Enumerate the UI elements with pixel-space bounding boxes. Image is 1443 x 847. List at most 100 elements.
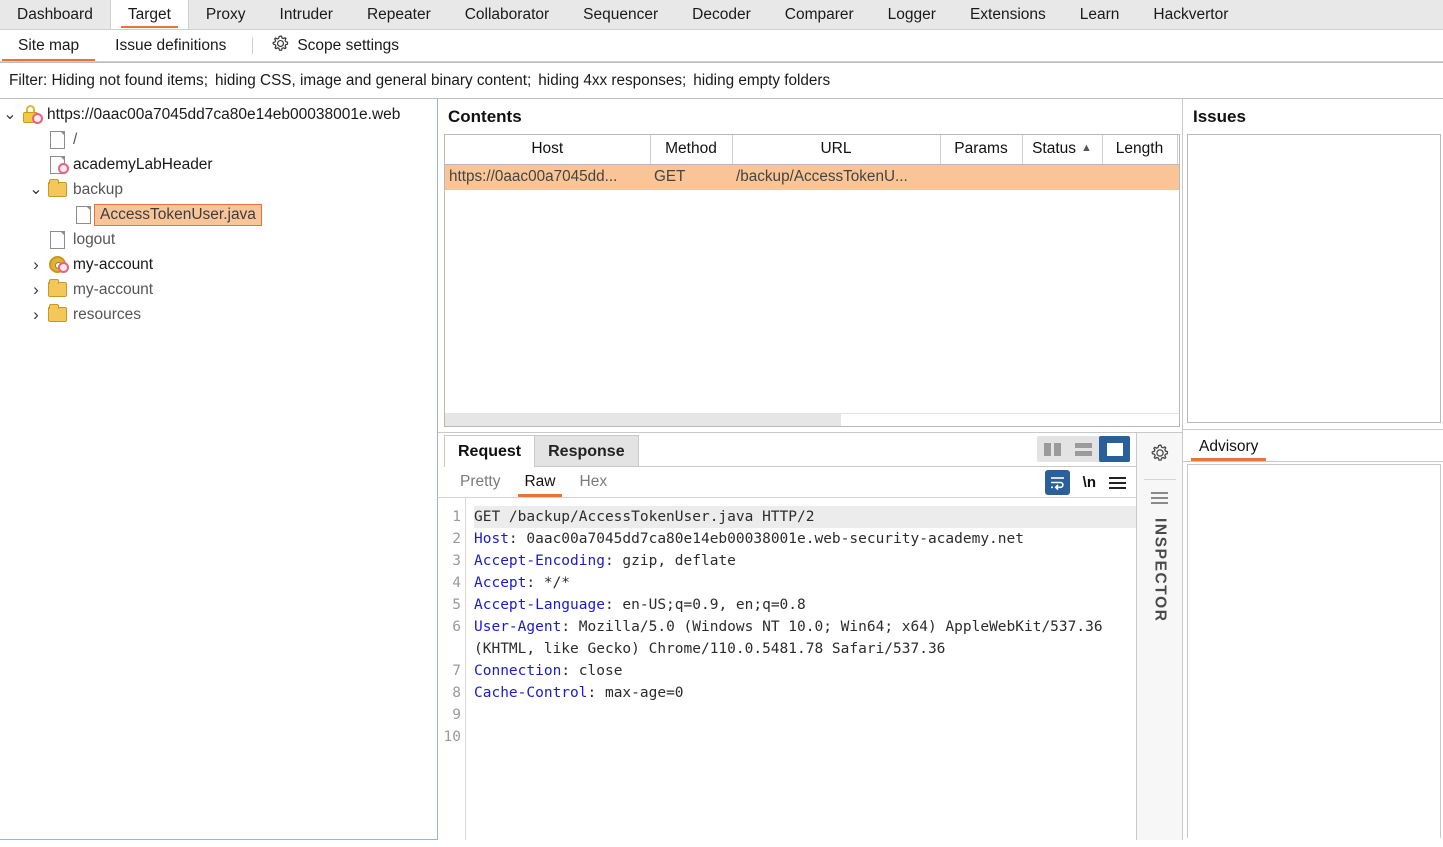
contents-horizontal-scrollbar[interactable] [445, 413, 1179, 426]
cell-params [940, 164, 1022, 190]
contents-and-editor-column: Contents Host Method URL Params Status ▲ … [438, 99, 1183, 840]
main-tab-repeater[interactable]: Repeater [350, 0, 448, 29]
raw-request-viewer[interactable]: 1 2 3 4 5 6 7 8 9 10 GET /backup/AccessTokenUser.… [438, 498, 1136, 840]
filter-bar[interactable]: Filter: Hiding not found items; hiding C… [0, 62, 1443, 99]
folder-icon [46, 279, 68, 297]
main-tab-label: Comparer [784, 5, 854, 23]
main-tab-label: Collaborator [464, 5, 550, 23]
main-tab-logger[interactable]: Logger [871, 0, 953, 29]
main-tab-label: Repeater [366, 5, 431, 23]
main-tab-intruder[interactable]: Intruder [263, 0, 350, 29]
header-name: Cache-Control [474, 685, 588, 701]
format-tab-bar: Pretty Raw Hex \n [438, 467, 1136, 498]
issues-list[interactable] [1187, 134, 1441, 423]
table-row[interactable]: https://0aac00a7045dd... GET /backup/Acc… [445, 164, 1179, 190]
header-name: User-Agent [474, 619, 562, 635]
column-header-status[interactable]: Status ▲ [1022, 135, 1103, 165]
tree-node[interactable]: / [0, 127, 437, 152]
main-tab-sequencer[interactable]: Sequencer [566, 0, 675, 29]
request-text[interactable]: GET /backup/AccessTokenUser.java HTTP/2 H… [466, 498, 1136, 840]
tree-node[interactable]: ⌄ https://0aac00a7045dd7ca80e14eb00038001… [0, 102, 437, 127]
main-tab-target[interactable]: Target [109, 0, 189, 29]
contents-title: Contents [438, 99, 1182, 134]
tree-node-label: my-account [73, 255, 154, 273]
request-line: Accept: */* [474, 575, 571, 591]
line-number: 9 [452, 707, 461, 723]
tab-raw[interactable]: Raw [512, 467, 567, 498]
chevron-right-icon[interactable]: › [26, 255, 46, 275]
chevron-down-icon[interactable]: ⌄ [0, 106, 20, 122]
tree-node[interactable]: › my-account [0, 252, 437, 277]
tab-hex[interactable]: Hex [568, 467, 620, 498]
tree-node[interactable]: academyLabHeader [0, 152, 437, 177]
chevron-right-icon[interactable]: › [26, 305, 46, 325]
filter-part: hiding CSS, image and general binary con… [214, 71, 532, 89]
main-tab-extensions[interactable]: Extensions [953, 0, 1063, 29]
single-pane-layout-icon[interactable] [1099, 436, 1130, 462]
column-header-method[interactable]: Method [650, 135, 733, 165]
chevron-down-icon[interactable]: ⌄ [26, 181, 46, 197]
tree-node[interactable]: ⌄ backup [0, 177, 437, 202]
tab-issue-definitions[interactable]: Issue definitions [97, 30, 244, 61]
sub-tab-label: Site map [18, 36, 80, 54]
site-map-tree[interactable]: ⌄ https://0aac00a7045dd7ca80e14eb00038001… [0, 99, 438, 840]
main-tab-label: Intruder [279, 5, 333, 23]
filter-part: hiding empty folders [693, 71, 831, 89]
tab-site-map[interactable]: Site map [0, 30, 97, 61]
side-by-side-layout-icon[interactable] [1037, 436, 1068, 462]
gear-icon[interactable] [1150, 443, 1170, 467]
main-tab-label: Sequencer [583, 5, 659, 23]
tree-node-label: academyLabHeader [73, 155, 213, 173]
lock-icon [20, 105, 43, 124]
show-newlines-button[interactable]: \n [1083, 474, 1096, 491]
inspector-side-panel[interactable]: INSPECTOR [1136, 432, 1182, 840]
tree-node[interactable]: › resources [0, 302, 437, 327]
gear-node-icon [46, 256, 69, 273]
tab-response[interactable]: Response [534, 435, 639, 467]
main-tab-proxy[interactable]: Proxy [189, 0, 263, 29]
column-header-url[interactable]: URL [732, 135, 941, 165]
main-tab-comparer[interactable]: Comparer [768, 0, 871, 29]
line-number: 2 [452, 531, 461, 547]
filter-part: hiding 4xx responses; [538, 71, 687, 89]
tree-node[interactable]: › my-account [0, 277, 437, 302]
tree-node-label: my-account [73, 280, 154, 298]
stacked-layout-icon[interactable] [1068, 436, 1099, 462]
issues-column: Issues Advisory [1183, 99, 1443, 840]
tab-request[interactable]: Request [444, 435, 536, 467]
main-tab-learn[interactable]: Learn [1063, 0, 1137, 29]
advisory-content [1187, 464, 1441, 838]
issues-title: Issues [1183, 99, 1443, 134]
column-label: URL [820, 140, 852, 158]
scrollbar-thumb[interactable] [445, 414, 842, 426]
cell-length [1102, 164, 1177, 190]
chevron-right-icon[interactable]: › [26, 280, 46, 300]
main-tab-collaborator[interactable]: Collaborator [448, 0, 566, 29]
scope-settings-button[interactable]: Scope settings [261, 30, 409, 61]
status-badge [58, 162, 69, 174]
column-header-length[interactable]: Length [1102, 135, 1178, 165]
main-tab-label: Logger [887, 5, 936, 23]
tree-node-label: resources [73, 305, 142, 323]
filter-prefix: Filter: Hiding not found items; [9, 71, 208, 89]
main-tab-dashboard[interactable]: Dashboard [0, 0, 110, 29]
main-tab-hackvertor[interactable]: Hackvertor [1136, 0, 1245, 29]
tree-node[interactable]: logout [0, 227, 437, 252]
tab-advisory[interactable]: Advisory [1191, 438, 1267, 461]
main-tab-label: Hackvertor [1153, 5, 1229, 23]
tab-pretty[interactable]: Pretty [448, 467, 512, 498]
column-header-host[interactable]: Host [445, 135, 651, 165]
column-header-params[interactable]: Params [940, 135, 1023, 165]
contents-table: Host Method URL Params Status ▲ Length ht… [445, 135, 1179, 190]
tree-node-label: / [73, 130, 78, 148]
main-tab-decoder[interactable]: Decoder [675, 0, 768, 29]
inspector-drag-handle[interactable] [1151, 492, 1168, 504]
header-name: Connection [474, 663, 562, 679]
sort-ascending-icon: ▲ [1081, 142, 1092, 155]
status-badge [32, 113, 43, 124]
editor-menu-icon[interactable] [1109, 476, 1126, 489]
main-tab-label: Proxy [205, 5, 246, 23]
inspector-divider [1143, 479, 1176, 480]
word-wrap-icon[interactable] [1044, 470, 1070, 495]
tree-node[interactable]: AccessTokenUser.java [0, 202, 437, 227]
